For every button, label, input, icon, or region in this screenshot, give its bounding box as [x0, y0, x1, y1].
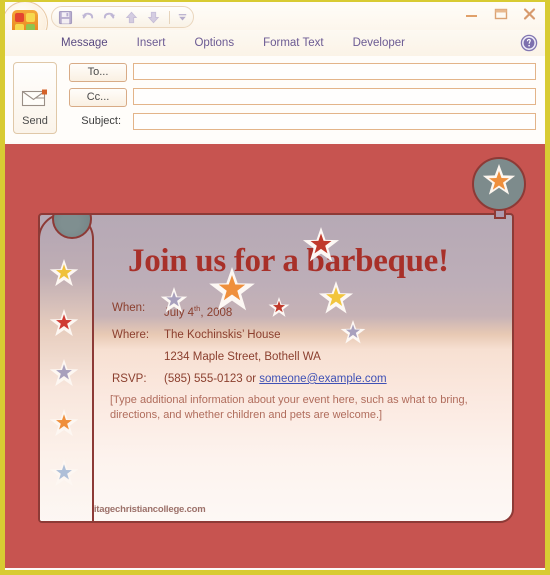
scroll-star-icon [49, 259, 79, 287]
undo-icon[interactable] [80, 10, 95, 25]
save-icon[interactable] [58, 10, 73, 25]
title-bar [5, 2, 545, 45]
cluster-star-icon [160, 287, 188, 313]
previous-item-icon[interactable] [124, 10, 139, 25]
scroll-star-icon [49, 409, 79, 437]
window-controls [462, 6, 539, 22]
cc-button[interactable]: Cc... [69, 88, 127, 107]
send-button-label: Send [22, 115, 48, 127]
ribbon-tab-bar: Message Insert Options Format Text Devel… [5, 30, 545, 57]
close-button[interactable] [520, 6, 539, 22]
cluster-star-icon [318, 281, 354, 314]
to-button[interactable]: To... [69, 63, 127, 82]
envelope-icon [21, 89, 47, 107]
customize-toolbar-icon[interactable] [178, 13, 187, 22]
cluster-star-icon [268, 297, 290, 317]
to-input[interactable] [133, 63, 536, 80]
scroll-star-icon [49, 459, 79, 487]
star-cluster [160, 227, 366, 344]
outlook-compose-window: Message Insert Options Format Text Devel… [5, 2, 545, 570]
scroll-column [40, 215, 94, 521]
next-item-icon[interactable] [146, 10, 161, 25]
tab-developer[interactable]: Developer [342, 34, 416, 52]
subject-input[interactable] [133, 113, 536, 130]
compose-header: Send To... Cc... Subject: [5, 56, 545, 142]
medallion-ornament [472, 157, 526, 219]
invitation-card-inner: Join us for a barbeque! When: July 4th, … [40, 215, 512, 521]
tab-message[interactable]: Message [50, 34, 119, 52]
cluster-star-icon [302, 227, 340, 262]
subject-label: Subject: [81, 115, 121, 127]
cc-input[interactable] [133, 88, 536, 105]
minimize-button[interactable] [462, 6, 481, 22]
help-icon[interactable] [520, 34, 538, 52]
scroll-star-list [40, 259, 88, 509]
send-button[interactable]: Send [13, 62, 57, 134]
toolbar-separator [169, 10, 170, 24]
scroll-star-icon [49, 359, 79, 387]
tab-format-text[interactable]: Format Text [252, 34, 335, 52]
medallion-star-icon [482, 164, 516, 195]
scroll-star-icon [49, 309, 79, 337]
cluster-star-icon [340, 320, 366, 344]
invitation-card: Join us for a barbeque! When: July 4th, … [38, 213, 514, 523]
cluster-star-icon [209, 267, 255, 311]
tab-insert[interactable]: Insert [126, 34, 177, 52]
redo-icon[interactable] [102, 10, 117, 25]
message-body[interactable]: Join us for a barbeque! When: July 4th, … [5, 144, 545, 568]
maximize-button[interactable] [491, 6, 510, 22]
quick-access-toolbar [51, 6, 194, 28]
tab-options[interactable]: Options [183, 34, 245, 52]
